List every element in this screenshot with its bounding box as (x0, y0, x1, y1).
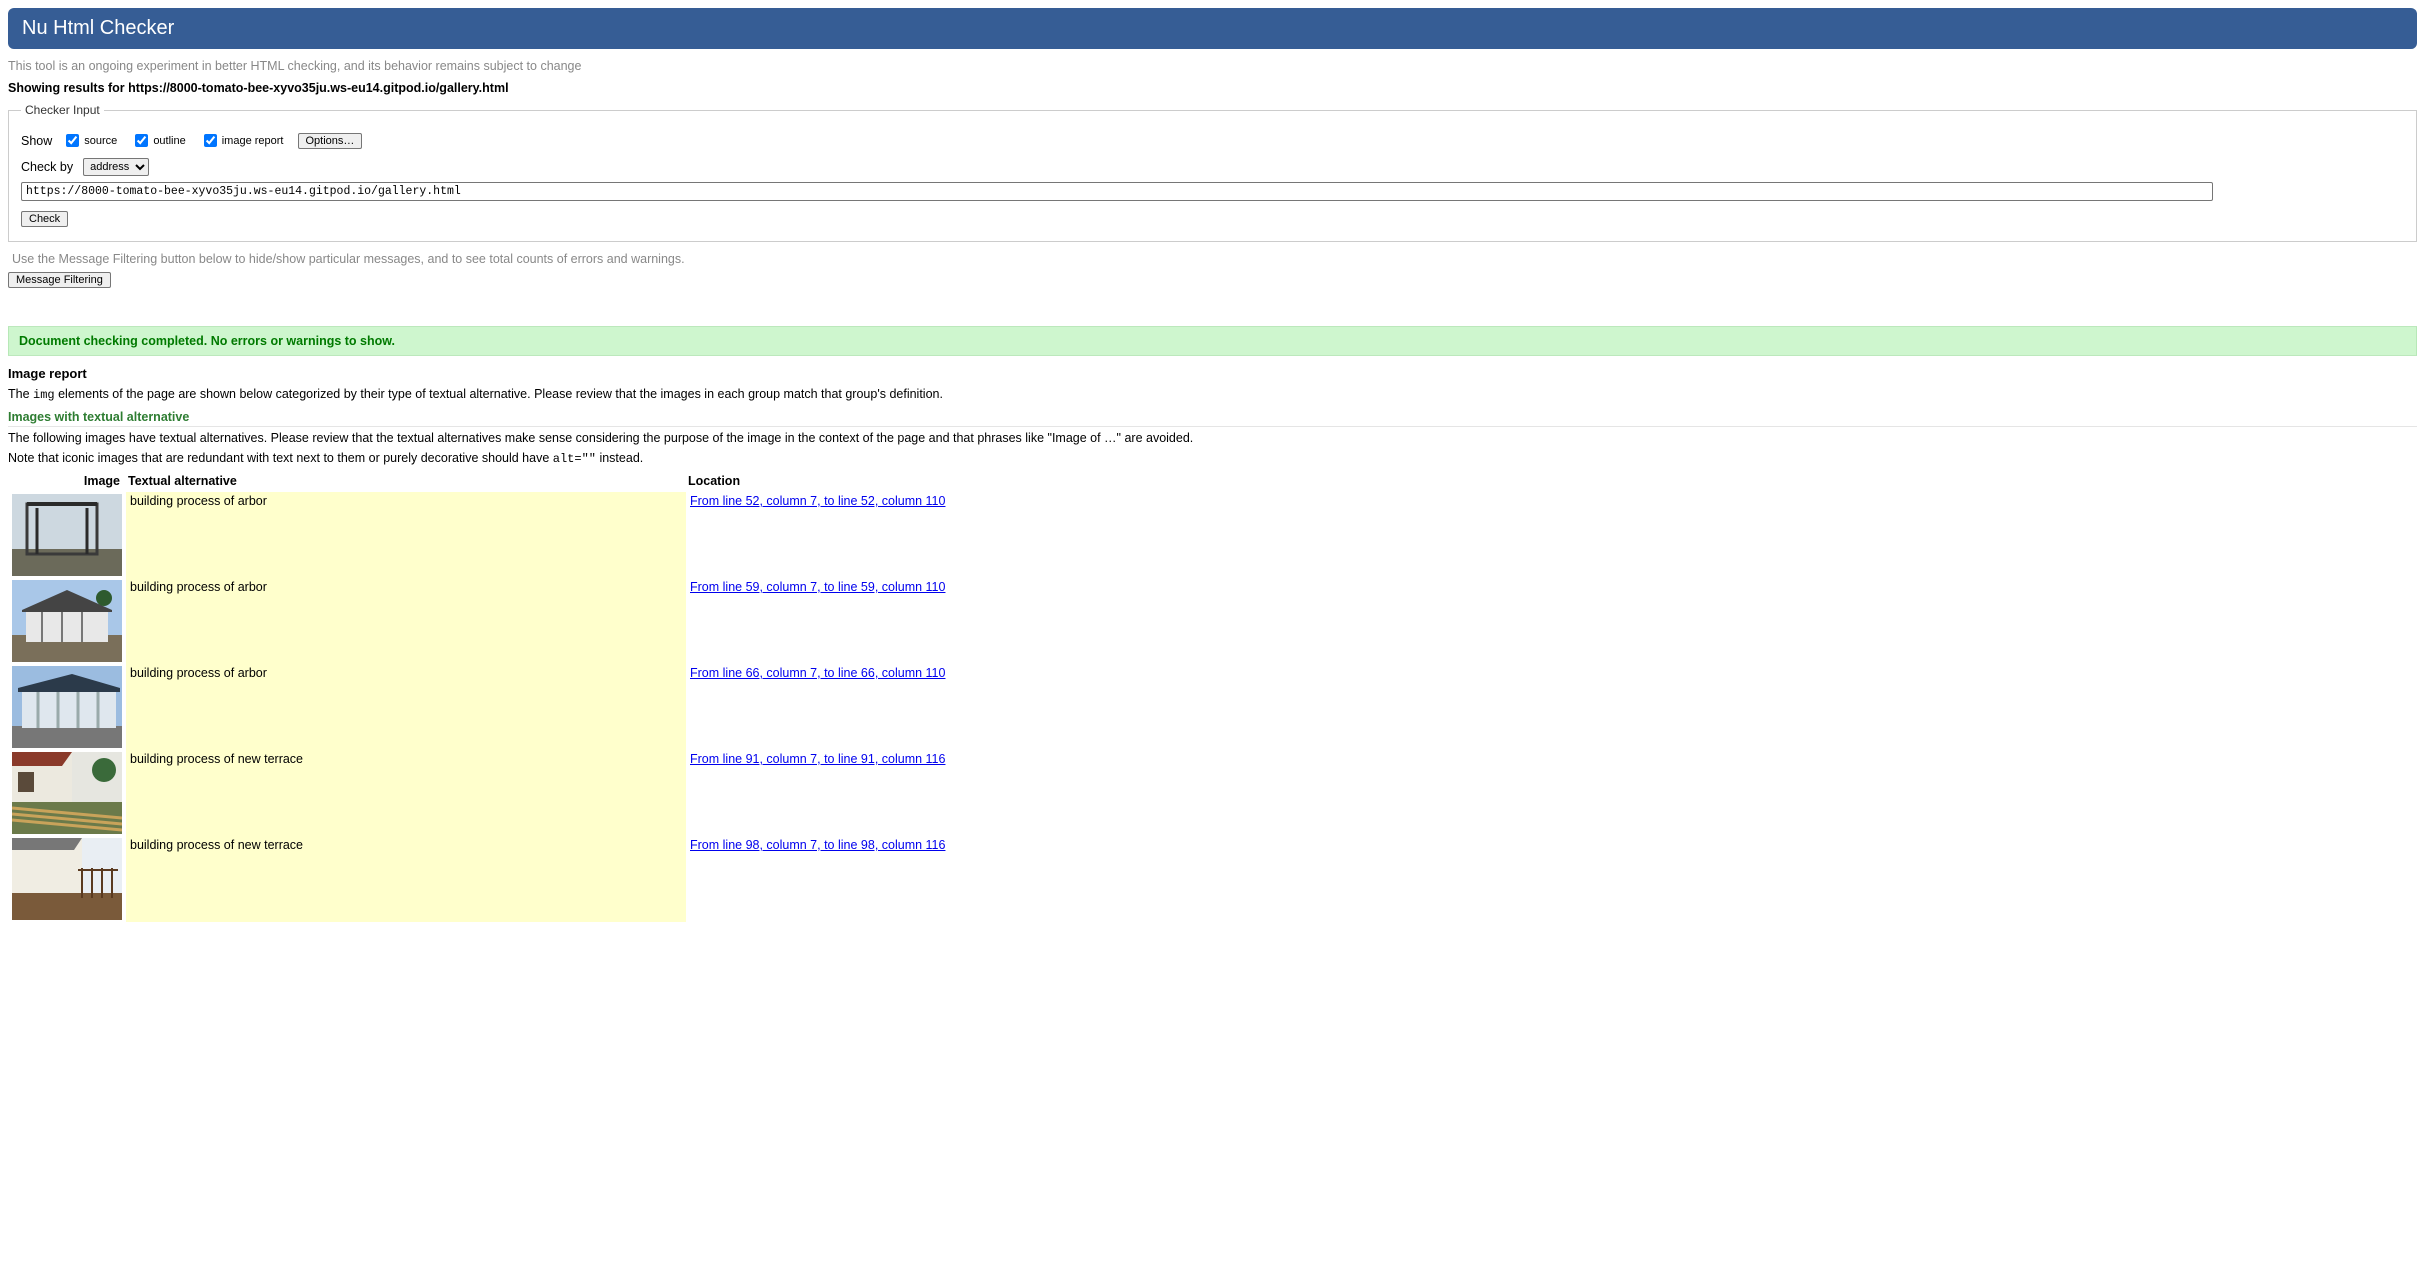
app-title: Nu Html Checker (22, 17, 2403, 40)
show-label: Show (21, 134, 52, 148)
table-row: building process of new terrace From line… (8, 836, 949, 922)
image-thumbnail-cell (8, 836, 126, 922)
results-for-text: Showing results for https://8000-tomato-… (8, 81, 2417, 95)
image-report-table: Image Textual alternative Location build… (8, 472, 949, 922)
show-row: Show source outline image report Options… (21, 131, 2404, 150)
options-button[interactable]: Options… (298, 133, 363, 149)
alt-text-cell: building process of arbor (126, 664, 686, 750)
checkby-row: Check by address (21, 158, 2404, 176)
location-link[interactable]: From line 66, column 7, to line 66, colu… (690, 666, 945, 680)
image-thumbnail-cell (8, 750, 126, 836)
images-with-alt-intro: The following images have textual altern… (8, 431, 2417, 445)
tagline-text: This tool is an ongoing experiment in be… (8, 59, 2417, 73)
image-report-heading: Image report (8, 366, 2417, 381)
image-thumbnail (12, 494, 122, 576)
alt-text-cell: building process of arbor (126, 492, 686, 578)
app-header: Nu Html Checker (8, 8, 2417, 49)
th-alt: Textual alternative (126, 472, 686, 492)
intro-code: img (33, 388, 55, 402)
table-row: building process of new terrace From line… (8, 750, 949, 836)
message-filtering-button[interactable]: Message Filtering (8, 272, 111, 288)
image-thumbnail-cell (8, 664, 126, 750)
th-image: Image (8, 472, 126, 492)
alt-text-cell: building process of new terrace (126, 836, 686, 922)
image-thumbnail (12, 838, 122, 920)
checkbox-imagereport-text: image report (222, 135, 284, 147)
location-link[interactable]: From line 98, column 7, to line 98, colu… (690, 838, 945, 852)
location-link[interactable]: From line 91, column 7, to line 91, colu… (690, 752, 945, 766)
table-row: building process of arbor From line 59, c… (8, 578, 949, 664)
location-cell: From line 91, column 7, to line 91, colu… (686, 750, 949, 836)
checkby-select[interactable]: address (83, 158, 149, 176)
check-button[interactable]: Check (21, 211, 68, 227)
address-input-wrap (21, 182, 2213, 201)
image-thumbnail-cell (8, 578, 126, 664)
table-row: building process of arbor From line 66, c… (8, 664, 949, 750)
fieldset-legend: Checker Input (21, 103, 104, 117)
image-report-intro: The img elements of the page are shown b… (8, 387, 2417, 402)
location-link[interactable]: From line 52, column 7, to line 52, colu… (690, 494, 945, 508)
location-cell: From line 52, column 7, to line 52, colu… (686, 492, 949, 578)
success-message: Document checking completed. No errors o… (8, 326, 2417, 356)
intro-post: elements of the page are shown below cat… (55, 387, 943, 401)
location-link[interactable]: From line 59, column 7, to line 59, colu… (690, 580, 945, 594)
table-row: building process of arbor From line 52, c… (8, 492, 949, 578)
th-loc: Location (686, 472, 949, 492)
images-with-alt-heading: Images with textual alternative (8, 410, 2417, 427)
image-thumbnail (12, 580, 122, 662)
address-input[interactable] (21, 182, 2213, 201)
location-cell: From line 59, column 7, to line 59, colu… (686, 578, 949, 664)
checkbox-source[interactable] (66, 134, 79, 147)
image-thumbnail-cell (8, 492, 126, 578)
checkbox-source-label[interactable]: source (62, 131, 117, 150)
note-code: alt="" (553, 452, 596, 466)
checkby-label: Check by (21, 160, 73, 174)
alt-text-cell: building process of new terrace (126, 750, 686, 836)
intro-pre: The (8, 387, 33, 401)
checkbox-outline[interactable] (135, 134, 148, 147)
checkbox-imagereport[interactable] (204, 134, 217, 147)
location-cell: From line 98, column 7, to line 98, colu… (686, 836, 949, 922)
checkbox-imagereport-label[interactable]: image report (200, 131, 284, 150)
image-thumbnail (12, 752, 122, 834)
note-post: instead. (596, 451, 643, 465)
images-with-alt-note: Note that iconic images that are redunda… (8, 451, 2417, 466)
image-thumbnail (12, 666, 122, 748)
checkbox-source-text: source (84, 135, 117, 147)
note-pre: Note that iconic images that are redunda… (8, 451, 553, 465)
alt-text-cell: building process of arbor (126, 578, 686, 664)
checker-input-fieldset: Checker Input Show source outline image … (8, 103, 2417, 242)
checkbox-outline-label[interactable]: outline (131, 131, 185, 150)
location-cell: From line 66, column 7, to line 66, colu… (686, 664, 949, 750)
checkbox-outline-text: outline (153, 135, 185, 147)
filter-hint-text: Use the Message Filtering button below t… (12, 252, 2417, 266)
